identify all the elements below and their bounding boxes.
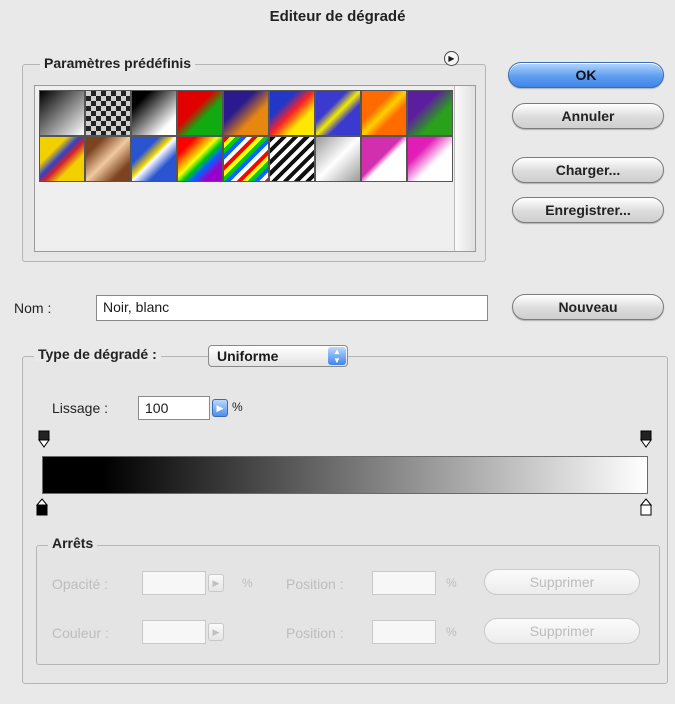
preset-swatch[interactable]: [85, 90, 131, 136]
updown-arrows-icon: ▲ ▼: [328, 347, 346, 365]
color-position-label: Position :: [286, 625, 344, 641]
cancel-button[interactable]: Annuler: [512, 103, 664, 129]
gradient-type-label: Type de dégradé :: [34, 346, 161, 362]
opacity-unit: %: [242, 576, 253, 590]
color-stop-right[interactable]: [640, 498, 652, 516]
color-swatch[interactable]: [142, 620, 206, 644]
gradient-preview-bar[interactable]: [42, 456, 648, 494]
smoothness-label: Lissage :: [52, 400, 109, 416]
opacity-stepper[interactable]: ▶: [208, 574, 224, 592]
color-stop-left[interactable]: [36, 498, 48, 516]
preset-swatch[interactable]: [361, 136, 407, 182]
stops-group: [36, 545, 660, 665]
preset-swatch[interactable]: [39, 136, 85, 182]
preset-swatch[interactable]: [315, 136, 361, 182]
new-button[interactable]: Nouveau: [512, 294, 664, 320]
load-button[interactable]: Charger...: [512, 157, 664, 183]
preset-swatch[interactable]: [361, 90, 407, 136]
preset-swatch[interactable]: [223, 136, 269, 182]
smoothness-stepper[interactable]: ▶: [212, 399, 228, 417]
window-title: Editeur de dégradé: [269, 8, 406, 25]
preset-swatch[interactable]: [407, 136, 453, 182]
name-label: Nom :: [14, 300, 52, 316]
preset-swatch[interactable]: [39, 90, 85, 136]
stops-legend: Arrêts: [48, 535, 98, 551]
preset-swatch[interactable]: [407, 90, 453, 136]
preset-swatch[interactable]: [269, 90, 315, 136]
opacity-input[interactable]: [142, 571, 206, 595]
preset-swatch[interactable]: [177, 90, 223, 136]
preset-swatch[interactable]: [177, 136, 223, 182]
opacity-stop-left[interactable]: [38, 430, 50, 448]
delete-opacity-stop-button[interactable]: Supprimer: [484, 569, 640, 595]
opacity-position-input[interactable]: [372, 571, 436, 595]
name-input[interactable]: Noir, blanc: [96, 295, 488, 321]
presets-scrollbar[interactable]: [454, 86, 475, 251]
preset-swatch[interactable]: [223, 90, 269, 136]
preset-swatch[interactable]: [85, 136, 131, 182]
smoothness-unit: %: [232, 400, 243, 414]
gradient-type-select[interactable]: Uniforme ▲ ▼: [208, 345, 348, 367]
smoothness-input[interactable]: 100: [138, 396, 210, 420]
color-position-input[interactable]: [372, 620, 436, 644]
opacity-label: Opacité :: [52, 576, 109, 592]
save-button[interactable]: Enregistrer...: [512, 197, 664, 223]
color-label: Couleur :: [52, 625, 109, 641]
preset-swatch[interactable]: [315, 90, 361, 136]
preset-swatch[interactable]: [131, 90, 177, 136]
color-position-unit: %: [446, 625, 457, 639]
ok-button[interactable]: OK: [508, 62, 664, 88]
preset-swatch[interactable]: [269, 136, 315, 182]
presets-menu-icon[interactable]: ▶: [444, 51, 459, 66]
preset-swatch[interactable]: [131, 136, 177, 182]
color-picker-arrow[interactable]: ▶: [208, 623, 224, 641]
presets-legend: Paramètres prédéfinis: [40, 55, 196, 71]
opacity-position-label: Position :: [286, 576, 344, 592]
opacity-stop-right[interactable]: [640, 430, 652, 448]
opacity-position-unit: %: [446, 576, 457, 590]
gradient-type-value: Uniforme: [217, 348, 279, 364]
delete-color-stop-button[interactable]: Supprimer: [484, 618, 640, 644]
presets-list[interactable]: [34, 85, 476, 252]
